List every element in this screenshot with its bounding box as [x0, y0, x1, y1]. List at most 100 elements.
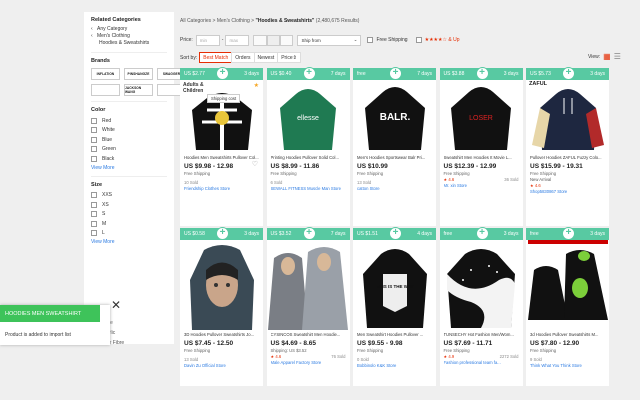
checkbox[interactable] — [91, 201, 97, 208]
product-title[interactable]: Men Sweatshirt Hoodies Pullover ... — [357, 332, 432, 337]
store-link[interactable]: SEWALL FITNESS Muscle Man Store — [271, 186, 346, 191]
breadcrumb-mens[interactable]: Men's Clothing — [217, 18, 250, 24]
store-link[interactable]: Shop5830867 Store — [530, 189, 605, 194]
wishlist-heart-icon[interactable]: ♡ — [252, 160, 258, 168]
product-card[interactable]: US $2.77 3 days + Adults & Children Shippin… — [180, 67, 263, 226]
store-link[interactable]: Think What You Think Store — [530, 363, 605, 368]
product-price: US $10.99 — [357, 163, 388, 170]
product-image[interactable] — [267, 240, 350, 330]
product-card[interactable]: US $5.73 3 days + ZAFUL Pullover Hoodies Z… — [526, 67, 609, 226]
product-card[interactable]: US $1.51 4 days + THIS IS THE WAY Men Swea… — [353, 227, 436, 386]
add-to-import-icon[interactable]: + — [302, 227, 316, 240]
add-to-import-icon[interactable]: + — [216, 67, 229, 80]
breadcrumb-all[interactable]: All Categories — [180, 18, 211, 24]
checkbox[interactable] — [91, 230, 97, 237]
color-view-more-link[interactable]: View More — [91, 165, 167, 171]
product-title[interactable]: Men's Hoodies Sportswear Balr Pri... — [357, 155, 432, 160]
size-option[interactable]: M — [91, 219, 167, 229]
sort-orders[interactable]: Orders — [231, 52, 255, 63]
list-view-icon[interactable]: ☰ — [614, 52, 621, 61]
add-to-import-icon[interactable]: + — [389, 67, 402, 80]
store-link[interactable]: Davin Zu Official Store — [184, 363, 259, 368]
size-view-more-link[interactable]: View More — [91, 239, 167, 245]
color-option[interactable]: Red — [91, 116, 167, 126]
product-image[interactable]: THIS IS THE WAY — [353, 240, 436, 330]
rating-filter[interactable]: ★★★★☆ & Up — [425, 37, 460, 43]
checkbox[interactable] — [91, 146, 97, 153]
size-option[interactable]: XXS — [91, 191, 167, 201]
product-image[interactable]: LOSER — [440, 80, 523, 153]
size-option[interactable]: XS — [91, 200, 167, 210]
price-ok-button[interactable] — [253, 34, 294, 46]
product-title[interactable]: CYSINCOS Sweatshirt Men Hoodie... — [271, 332, 346, 337]
product-title[interactable]: Hoodies Men Sweatshirts Pullover Col... — [184, 155, 259, 160]
product-image[interactable] — [526, 240, 609, 330]
filter-bar: Price: min - max Ship from ⌄ Free Shippin… — [180, 34, 460, 46]
add-to-import-icon[interactable]: + — [302, 67, 316, 80]
product-title[interactable]: Pullover Hoodies ZAFUL Fuzzy Colo... — [530, 155, 605, 160]
add-to-import-icon[interactable]: + — [562, 67, 575, 80]
checkbox[interactable] — [91, 211, 97, 218]
product-card[interactable]: free 3 days + TUNSECHY Hot Fashion Men/Wom… — [439, 227, 523, 386]
product-title[interactable]: 3D Hoodies Pullover Sweatshirts Jo... — [184, 332, 259, 337]
product-title[interactable]: Printing Hoodies Pullover Solid Col... — [271, 155, 346, 160]
sort-newest[interactable]: Newest — [253, 52, 279, 63]
product-card[interactable]: US $3.52 7 days + CYSINCOS Sweatshirt Men … — [266, 227, 350, 386]
product-image[interactable] — [440, 240, 523, 330]
product-image[interactable] — [180, 240, 263, 330]
product-image[interactable]: ZAFUL — [526, 80, 609, 153]
product-card[interactable]: free 7 days + BALR. Men's Hoodies Sportswe… — [353, 67, 436, 226]
size-option[interactable]: L — [91, 229, 167, 239]
add-to-import-icon[interactable]: + — [562, 227, 575, 240]
hoodie-image — [531, 89, 604, 150]
brand-item[interactable]: JACKSON WANG — [124, 84, 153, 96]
size-option[interactable]: S — [91, 210, 167, 220]
product-title[interactable]: 3d Hoodies Pullover Sweatshirts M... — [530, 332, 605, 337]
color-option[interactable]: Blue — [91, 135, 167, 145]
category-hoodies[interactable]: Hoodies & Sweatshirts — [91, 40, 167, 47]
store-link[interactable]: Fashion professional team fa... — [444, 360, 519, 365]
checkbox[interactable] — [91, 155, 97, 162]
product-image[interactable]: Adults & Children Shipping cost ★ — [180, 80, 263, 153]
price-max-input[interactable]: max — [225, 34, 250, 46]
add-to-import-icon[interactable]: + — [475, 227, 489, 240]
product-image[interactable]: BALR. — [353, 80, 436, 153]
product-card[interactable]: US $0.58 3 days + 3D Hoodies Pullover Swea… — [180, 227, 263, 386]
checkbox[interactable] — [91, 117, 97, 124]
sort-best-match[interactable]: Best Match — [199, 52, 233, 63]
brand-item[interactable] — [91, 84, 120, 96]
rating-checkbox[interactable] — [415, 37, 422, 43]
product-title[interactable]: TUNSECHY Hot Fashion Men/Wom... — [444, 332, 519, 337]
product-title[interactable]: Sweatshirt Men Hoodies It Movie L... — [444, 155, 519, 160]
color-option[interactable]: White — [91, 126, 167, 136]
ship-from-select[interactable]: Ship from ⌄ — [297, 34, 362, 46]
close-icon[interactable]: ✕ — [111, 298, 121, 312]
brand-item[interactable]: INFLATION — [91, 68, 120, 80]
add-to-import-icon[interactable]: + — [475, 67, 489, 80]
checkbox[interactable] — [91, 127, 97, 134]
category-any[interactable]: ‹ Any Category — [91, 26, 167, 33]
store-link[interactable]: Friendship Clothes Store — [184, 186, 259, 191]
category-mens-clothing[interactable]: ‹ Men's Clothing — [91, 33, 167, 40]
color-option[interactable]: Black — [91, 154, 167, 164]
product-shipping: Free Shipping — [443, 348, 470, 353]
brand-item[interactable]: PINSHANGZE — [124, 68, 153, 80]
product-card[interactable]: free 3 days + 3d Hoodies Pullover Sweatshi… — [526, 227, 609, 386]
price-min-input[interactable]: min — [195, 34, 220, 46]
checkbox[interactable] — [91, 136, 97, 143]
grid-view-icon[interactable]: ▦ — [603, 52, 611, 61]
free-shipping-checkbox[interactable] — [367, 37, 374, 43]
store-link[interactable]: Mr. xin Store — [444, 183, 519, 188]
checkbox[interactable] — [91, 220, 97, 227]
product-card[interactable]: US $0.40 7 days + ellesse Printing Hoodies… — [266, 67, 350, 226]
product-image[interactable]: ellesse — [267, 80, 350, 153]
store-link[interactable]: Bobbinolo K&K Store — [357, 363, 432, 368]
store-link[interactable]: catton Store — [357, 186, 432, 191]
store-link[interactable]: Male Apparel Factory Store — [271, 360, 346, 365]
sort-price[interactable]: Price⇕ — [277, 52, 301, 63]
color-option[interactable]: Green — [91, 145, 167, 155]
product-card[interactable]: US $3.88 3 days + LOSER Sweatshirt Men Hoo… — [439, 67, 523, 226]
checkbox[interactable] — [91, 192, 97, 199]
add-to-import-icon[interactable]: + — [216, 227, 229, 240]
add-to-import-icon[interactable]: + — [389, 227, 402, 240]
